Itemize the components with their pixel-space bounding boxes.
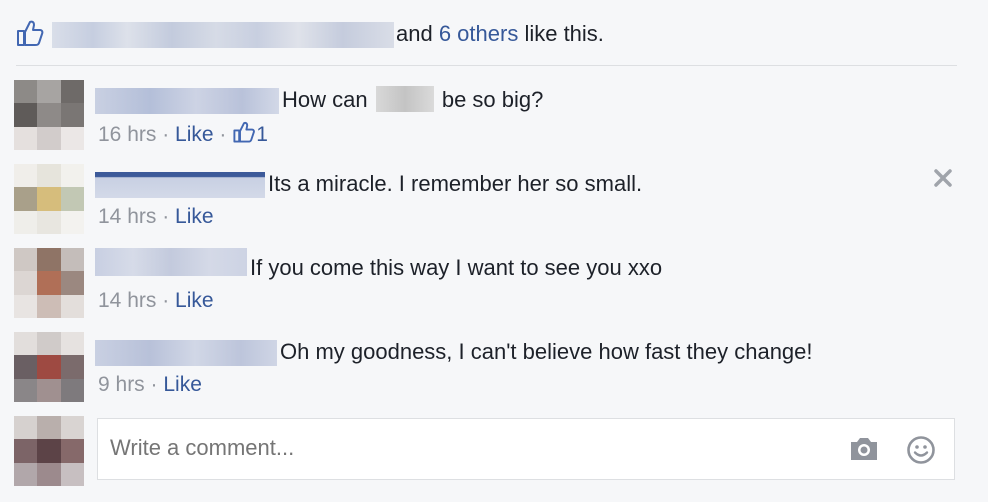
avatar[interactable] — [14, 80, 84, 150]
close-icon[interactable] — [931, 166, 955, 190]
comment-text: Oh my goodness, I can't believe how fast… — [280, 339, 813, 364]
comment-text: Its a miracle. I remember her so small. — [268, 171, 643, 196]
commenter-name-redacted[interactable] — [95, 248, 247, 276]
camera-icon[interactable] — [848, 435, 880, 463]
commenter-name-redacted[interactable] — [95, 340, 277, 366]
avatar[interactable] — [14, 164, 84, 234]
others-link[interactable]: 6 others — [439, 21, 519, 46]
liker-names-redacted[interactable] — [52, 22, 394, 48]
comment-meta: 16 hrs · Like · 1 — [98, 120, 268, 148]
avatar[interactable] — [14, 332, 84, 402]
comment-text: How can be so big? — [282, 86, 544, 112]
current-user-avatar[interactable] — [14, 416, 84, 486]
comment-item: If you come this way I want to see you x… — [0, 248, 988, 332]
like-link[interactable]: Like — [175, 289, 214, 312]
commenter-name-redacted[interactable] — [95, 172, 265, 198]
comment-meta: 9 hrs · Like — [98, 373, 202, 396]
like-count[interactable]: 1 — [256, 123, 268, 146]
comment-meta: 14 hrs · Like — [98, 289, 214, 312]
avatar[interactable] — [14, 248, 84, 318]
comment-item: How can be so big? 16 hrs · Like · 1 — [0, 80, 988, 164]
like-link[interactable]: Like — [175, 205, 214, 228]
comment-timestamp[interactable]: 14 hrs — [98, 289, 156, 312]
comment-item: Its a miracle. I remember her so small. … — [0, 164, 988, 248]
like-link[interactable]: Like — [175, 123, 214, 146]
comment-text: If you come this way I want to see you x… — [250, 255, 663, 280]
likes-summary: and 6 others like this. — [0, 0, 988, 64]
commenter-name-redacted[interactable] — [95, 88, 279, 114]
comment-composer[interactable] — [97, 418, 955, 480]
comment-input[interactable] — [110, 433, 810, 463]
divider — [16, 65, 957, 66]
comment-meta: 14 hrs · Like — [98, 205, 214, 228]
thumbs-up-icon — [233, 121, 256, 143]
redacted-word — [375, 86, 434, 112]
likes-text: and 6 others like this. — [396, 21, 604, 46]
comment-timestamp[interactable]: 14 hrs — [98, 205, 156, 228]
like-link[interactable]: Like — [163, 373, 202, 396]
comment-timestamp[interactable]: 9 hrs — [98, 373, 145, 396]
smiley-icon[interactable] — [906, 435, 936, 465]
comment-timestamp[interactable]: 16 hrs — [98, 123, 156, 146]
thumbs-up-icon[interactable] — [15, 18, 45, 48]
comment-item: Oh my goodness, I can't believe how fast… — [0, 332, 988, 416]
